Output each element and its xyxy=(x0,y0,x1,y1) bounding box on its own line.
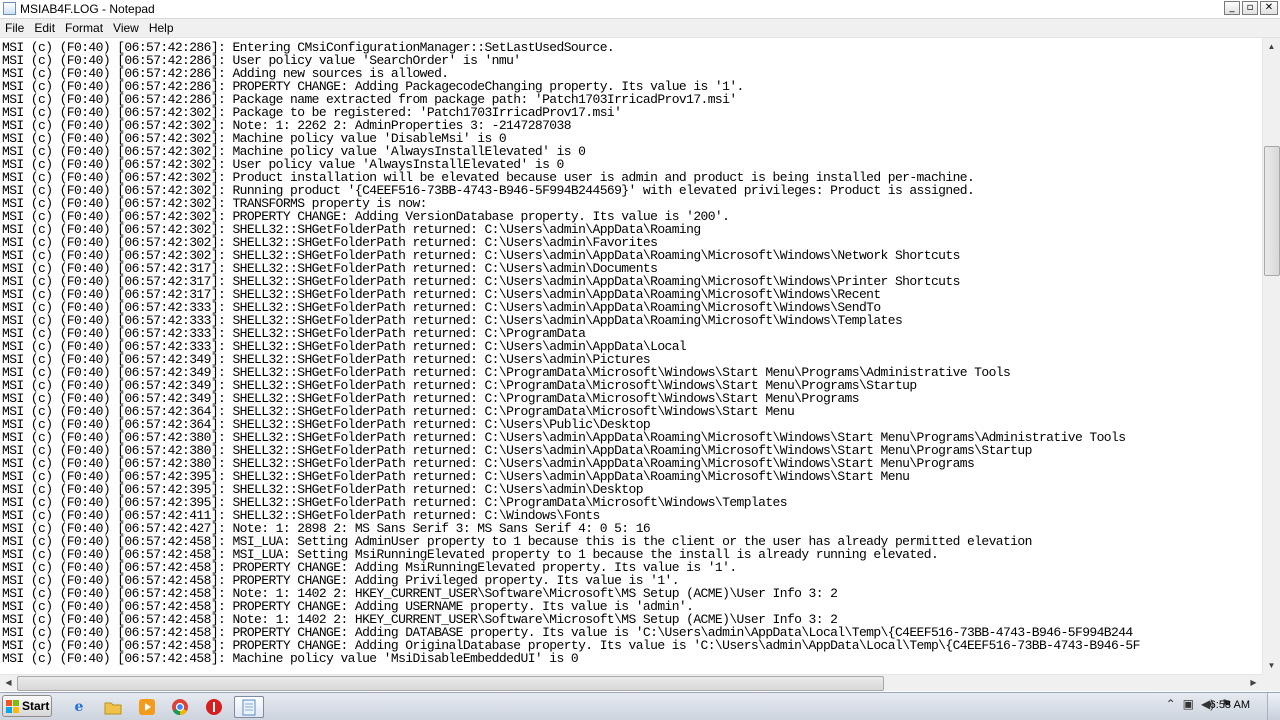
taskbar: Start e ⌃ ▣ ◀) ⚑ 6:58 AM xyxy=(0,692,1280,720)
vertical-scrollbar[interactable]: ▲ ▼ xyxy=(1262,38,1280,674)
scroll-up-arrow-icon[interactable]: ▲ xyxy=(1263,38,1280,55)
log-lines: MSI (c) (F0:40) [06:57:42:286]: Entering… xyxy=(2,41,1140,665)
clock[interactable]: 6:58 AM xyxy=(1210,699,1250,711)
internet-explorer-icon[interactable]: e xyxy=(68,696,90,718)
show-desktop-button[interactable] xyxy=(1267,693,1280,720)
start-button[interactable]: Start xyxy=(2,695,52,717)
show-hidden-icons-icon[interactable]: ⌃ xyxy=(1166,697,1176,711)
horizontal-scroll-thumb[interactable] xyxy=(17,676,884,691)
scroll-down-arrow-icon[interactable]: ▼ xyxy=(1263,657,1280,674)
scroll-left-arrow-icon[interactable]: ◀ xyxy=(0,675,17,691)
close-button[interactable]: ✕ xyxy=(1260,1,1278,15)
windows-logo-icon xyxy=(6,699,19,713)
chrome-icon[interactable] xyxy=(169,696,191,718)
menu-format[interactable]: Format xyxy=(60,19,108,37)
text-editor[interactable]: MSI (c) (F0:40) [06:57:42:286]: Entering… xyxy=(0,38,1262,674)
window-title: MSIAB4F.LOG - Notepad xyxy=(20,2,155,16)
vertical-scroll-thumb[interactable] xyxy=(1264,146,1280,276)
menu-edit[interactable]: Edit xyxy=(29,19,60,37)
window-controls: _ ▫ ✕ xyxy=(1224,1,1278,15)
notepad-icon[interactable] xyxy=(234,696,264,718)
media-player-icon[interactable] xyxy=(136,696,158,718)
maximize-button[interactable]: ▫ xyxy=(1242,1,1258,15)
notepad-app-icon[interactable] xyxy=(3,2,16,15)
log-line: MSI (c) (F0:40) [06:57:42:458]: Machine … xyxy=(2,651,579,666)
title-bar[interactable]: MSIAB4F.LOG - Notepad _ ▫ ✕ xyxy=(0,0,1280,19)
menu-view[interactable]: View xyxy=(108,19,144,37)
folder-icon[interactable] xyxy=(102,696,124,718)
scroll-right-arrow-icon[interactable]: ▶ xyxy=(1245,675,1262,691)
menu-bar: File Edit Format View Help xyxy=(0,19,1280,38)
menu-file[interactable]: File xyxy=(0,19,29,37)
scrollbar-corner xyxy=(1262,674,1280,691)
horizontal-scrollbar[interactable]: ◀ ▶ xyxy=(0,674,1262,691)
network-icon[interactable]: ▣ xyxy=(1183,697,1194,711)
menu-help[interactable]: Help xyxy=(144,19,179,37)
minimize-button[interactable]: _ xyxy=(1224,1,1240,15)
start-label: Start xyxy=(22,699,50,713)
stop-icon[interactable] xyxy=(203,696,225,718)
